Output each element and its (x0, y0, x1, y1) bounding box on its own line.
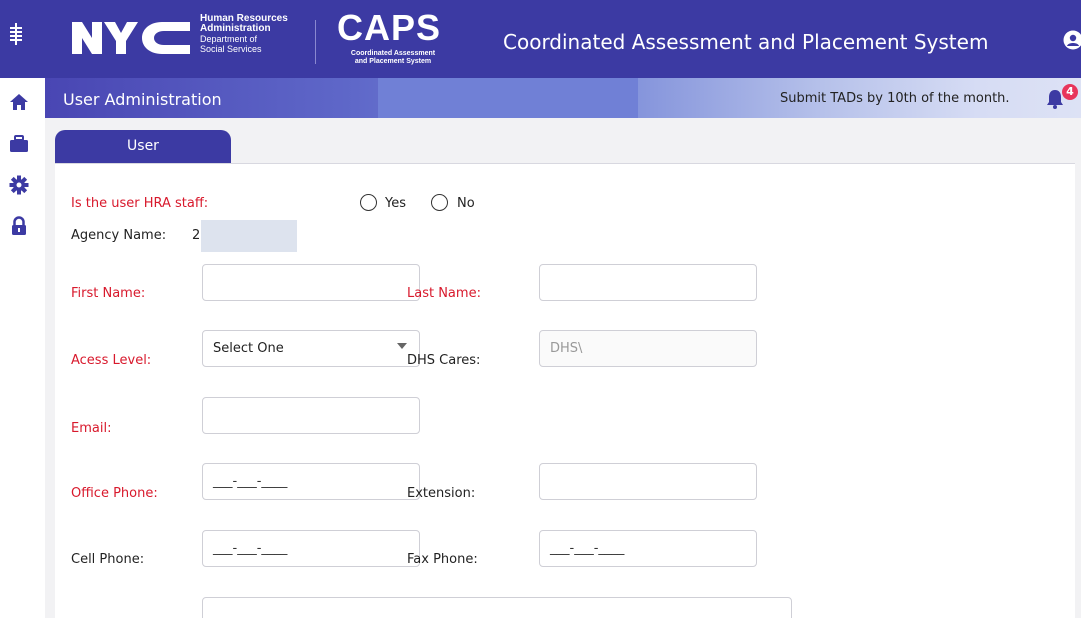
notification-badge[interactable]: 4 (1062, 84, 1078, 100)
hra-staff-yes-label[interactable]: Yes (385, 196, 406, 211)
caps-sub-line-2: and Placement System (354, 58, 432, 65)
hra-staff-yes-radio[interactable] (360, 194, 377, 211)
office-phone-label: Office Phone: (71, 486, 158, 501)
access-level-selected: Select One (213, 341, 284, 356)
app-header: Human Resources Administration Departmen… (45, 0, 1081, 78)
gear-icon[interactable] (8, 174, 30, 196)
email-label: Email: (71, 421, 112, 436)
left-rail (0, 0, 45, 618)
agency-name-value: 2 (192, 228, 201, 243)
subbar-highlight (378, 78, 638, 118)
agency-name-field[interactable] (201, 220, 297, 252)
hra-staff-no-label[interactable]: No (457, 196, 475, 211)
last-name-input[interactable] (539, 264, 757, 301)
office-phone-input[interactable]: ___-___-____ (202, 463, 420, 500)
extension-input[interactable] (539, 463, 757, 500)
agency-name-label: Agency Name: (71, 228, 167, 243)
page-title: User Administration (63, 90, 222, 109)
app-title: Coordinated Assessment and Placement Sys… (503, 30, 989, 54)
cell-phone-label: Cell Phone: (71, 552, 145, 567)
hra-line-4: Social Services (200, 44, 262, 54)
fax-phone-input[interactable]: ___-___-____ (539, 530, 757, 567)
caps-logo: CAPS (337, 7, 442, 48)
lock-icon[interactable] (8, 215, 30, 237)
first-name-input[interactable] (202, 264, 420, 301)
rail-header (0, 0, 45, 78)
sub-header-bar: User Administration Submit TADs by 10th … (45, 78, 1081, 118)
last-name-label: Last Name: (407, 286, 481, 301)
hra-logo-text: Human Resources Administration Departmen… (200, 14, 288, 55)
tab-user[interactable]: User (55, 130, 231, 163)
caps-subtitle: Coordinated Assessment and Placement Sys… (338, 50, 448, 66)
hra-staff-label: Is the user HRA staff: (71, 196, 209, 211)
email-input[interactable] (202, 397, 420, 434)
app-root: Human Resources Administration Departmen… (0, 0, 1081, 618)
user-form-panel: Is the user HRA staff: Yes No Agency Nam… (55, 163, 1075, 618)
caps-sub-line-1: Coordinated Assessment (350, 50, 436, 57)
hra-line-2: Administration (200, 23, 271, 34)
notice-text: Submit TADs by 10th of the month. (780, 91, 1010, 106)
briefcase-icon[interactable] (8, 133, 30, 155)
fax-phone-label: Fax Phone: (407, 552, 478, 567)
hra-line-3: Department of (200, 34, 258, 44)
hra-staff-no-radio[interactable] (431, 194, 448, 211)
nyc-logo (72, 22, 190, 54)
access-level-label: Acess Level: (71, 353, 152, 368)
menu-icon[interactable] (10, 23, 22, 45)
additional-input[interactable] (202, 597, 792, 618)
dhs-cares-input[interactable]: DHS\ (539, 330, 757, 367)
home-icon[interactable] (8, 91, 30, 113)
dhs-cares-label: DHS Cares: (407, 353, 481, 368)
access-level-select[interactable]: Select One (202, 330, 420, 367)
user-circle-icon[interactable] (1063, 30, 1081, 50)
header-divider (315, 20, 316, 64)
cell-phone-input[interactable]: ___-___-____ (202, 530, 420, 567)
first-name-label: First Name: (71, 286, 146, 301)
extension-label: Extension: (407, 486, 476, 501)
chevron-down-icon (397, 343, 407, 349)
